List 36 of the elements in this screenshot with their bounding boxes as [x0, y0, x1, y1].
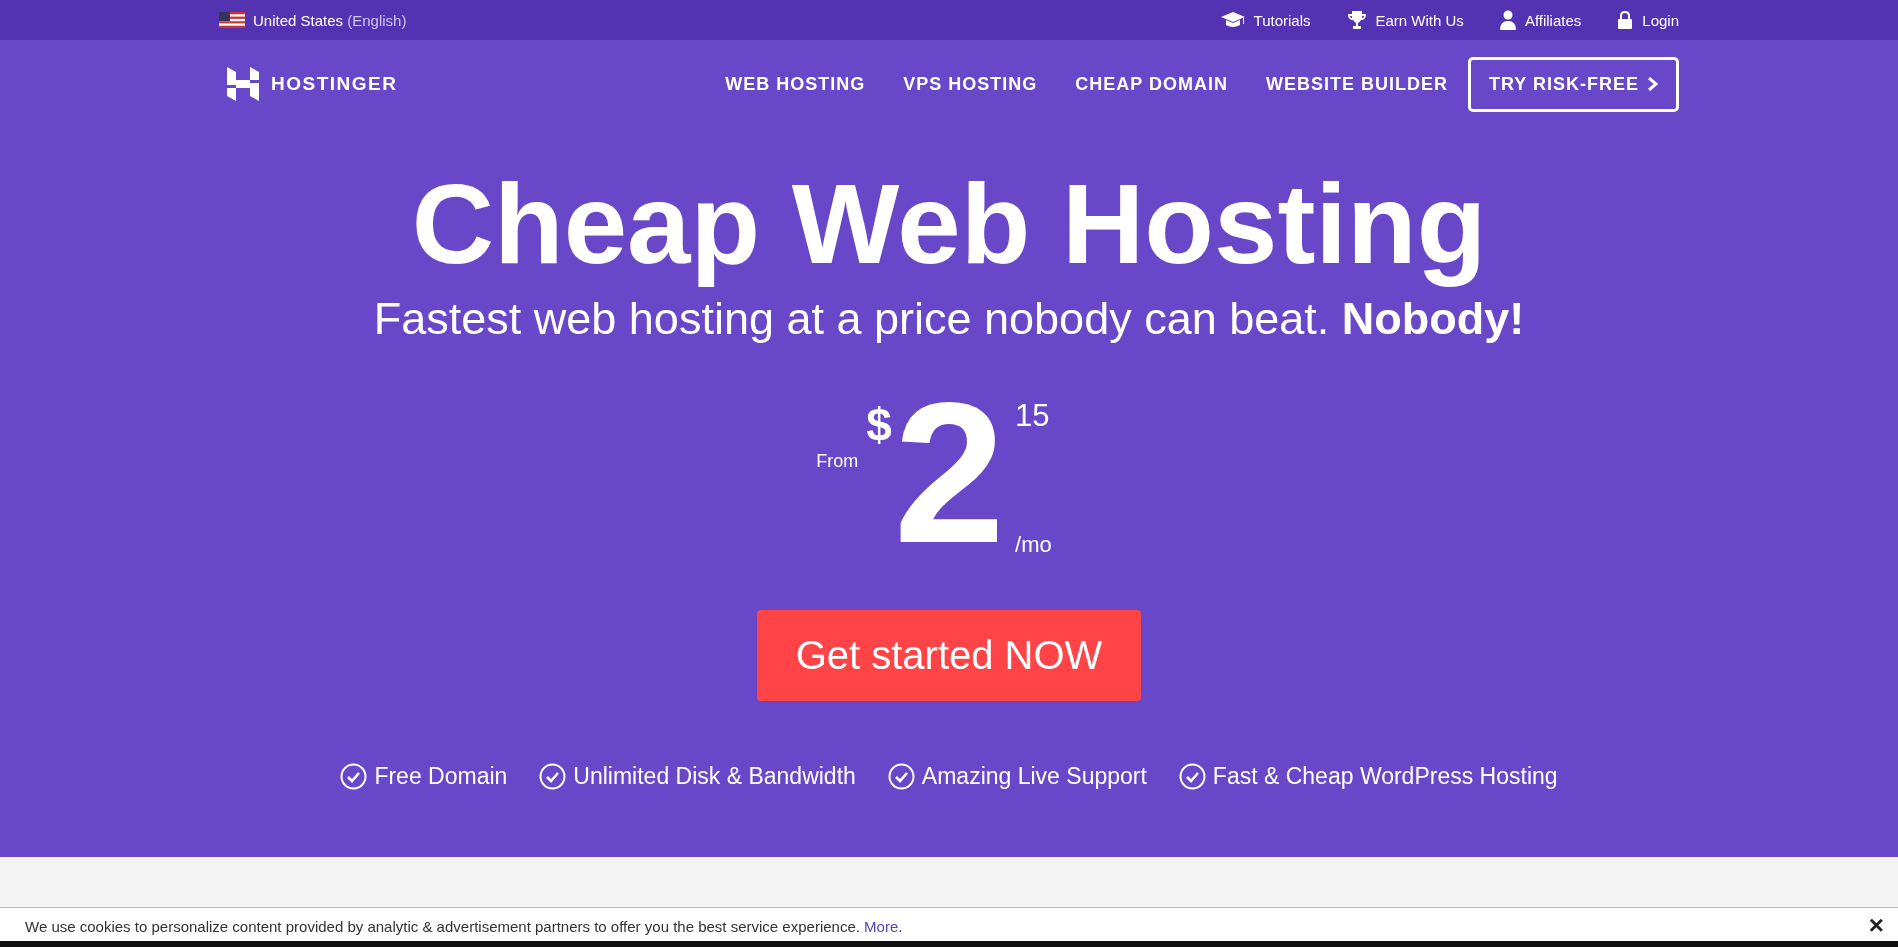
lock-icon [1617, 10, 1634, 30]
topbar-link[interactable]: Login [1617, 10, 1679, 30]
hero-title: Cheap Web Hosting [410, 159, 1488, 286]
currency-sign: $ [866, 398, 892, 452]
cookie-notice: We use cookies to personalize content provided by analytic & advertisement partners to offer you the best service experience. More. [25, 918, 903, 935]
us-flag-icon [219, 12, 245, 28]
hero-subtitle: Fastest web hosting at a price nobody can beat. Nobody! [372, 292, 1526, 346]
nav-link[interactable]: CHEAP DOMAIN [1075, 73, 1228, 95]
price-prefix: From [816, 451, 859, 472]
logo-icon [227, 67, 259, 101]
chevron-right-icon [1647, 77, 1658, 91]
user-icon [1499, 10, 1516, 30]
graduation-cap-icon [1220, 11, 1245, 29]
feature-text: Unlimited Disk & Bandwidth [573, 763, 856, 790]
price-amount: 2 [893, 398, 1006, 548]
feature-text: Free Domain [374, 763, 508, 790]
close-button[interactable]: × [1868, 911, 1884, 938]
nav-link[interactable]: WEBSITE BUILDER [1265, 73, 1448, 95]
price-period: /mo [1015, 532, 1052, 558]
price-cents: 15 [1015, 398, 1050, 434]
check-circle-icon [539, 763, 567, 790]
brand-name[interactable]: HOSTINGER [271, 73, 398, 95]
topbar-link[interactable]: Earn With Us [1346, 10, 1464, 30]
more-link[interactable]: More [864, 918, 899, 935]
feature-text: Amazing Live Support [921, 763, 1147, 790]
nav-link[interactable]: VPS HOSTING [903, 73, 1038, 95]
feature-text: Fast & Cheap WordPress Hosting [1212, 763, 1558, 790]
topbar-link[interactable]: Tutorials [1220, 10, 1311, 30]
locale-link[interactable]: United States (English) [253, 11, 407, 29]
trophy-icon [1346, 10, 1367, 30]
topbar-link[interactable]: Affiliates [1499, 10, 1582, 30]
nav-link[interactable]: WEB HOSTING [725, 73, 866, 95]
check-circle-icon [1178, 763, 1206, 790]
check-circle-icon [340, 763, 368, 790]
try-risk-free-button[interactable]: TRY RISK-FREE [1468, 56, 1679, 112]
check-circle-icon [887, 763, 915, 790]
